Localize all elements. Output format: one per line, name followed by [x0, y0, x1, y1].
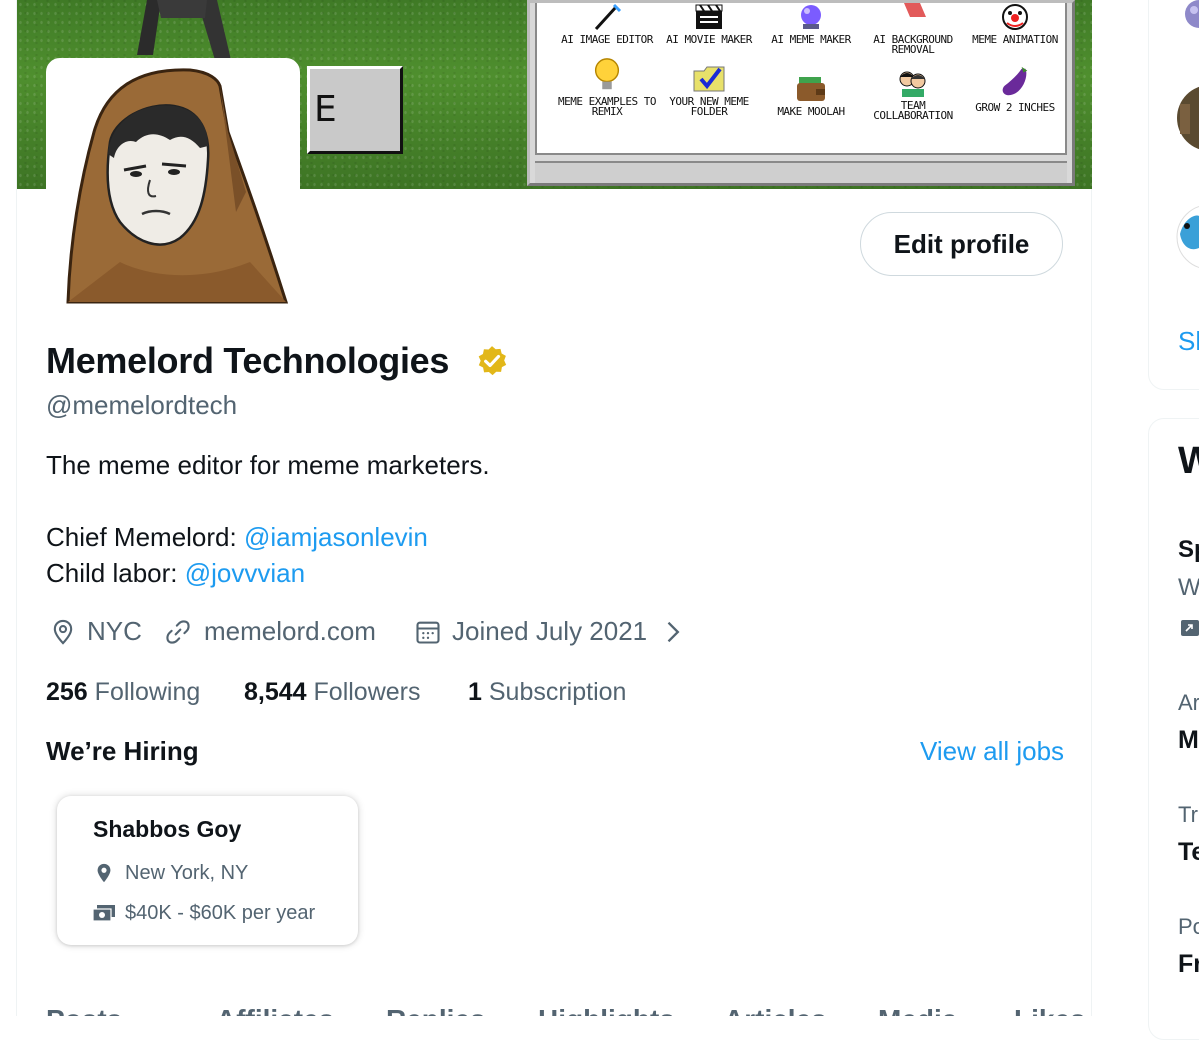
- trend-2-category: Ar: [1178, 690, 1199, 715]
- magic-wand-icon: [594, 3, 622, 31]
- clown-icon: [1002, 4, 1028, 30]
- trend-3-category: Tr: [1178, 802, 1198, 827]
- link-icon: [166, 620, 190, 644]
- tab-affiliates[interactable]: Affiliates: [216, 1000, 334, 1016]
- trend-1-sub: W: [1178, 574, 1199, 601]
- hooded-wojak-avatar-image: [50, 62, 296, 308]
- tab-posts[interactable]: Posts: [46, 1000, 122, 1016]
- app-meme-examples: MEME EXAMPLES TO REMIX: [557, 57, 657, 117]
- app-make-moolah: MAKE MOOLAH: [761, 75, 861, 117]
- followers-count-link[interactable]: 8,544 Followers: [244, 678, 421, 707]
- app-ai-movie-maker: AI MOVIE MAKER: [659, 3, 759, 45]
- bio-chief-label: Chief Memelord:: [46, 522, 244, 552]
- banner-retro-button: E: [307, 66, 403, 154]
- job-location: New York, NY: [125, 862, 249, 884]
- app-meme-folder: YOUR NEW MEME FOLDER: [659, 65, 759, 117]
- trend-1-label[interactable]: Sp: [1178, 536, 1199, 564]
- profile-tabs: Posts Affiliates Replies Highlights Arti…: [46, 1000, 1086, 1016]
- verified-gold-badge-icon[interactable]: [475, 344, 509, 378]
- suggested-avatar-1[interactable]: [1182, 0, 1199, 34]
- tab-highlights[interactable]: Highlights: [538, 1000, 675, 1016]
- hiring-heading: We’re Hiring: [46, 736, 199, 766]
- app-meme-animation: MEME ANIMATION: [965, 3, 1065, 45]
- profile-location: NYC: [87, 616, 142, 646]
- tab-media[interactable]: Media: [878, 1000, 957, 1016]
- app-ai-meme-maker: AI MEME MAKER: [761, 3, 861, 45]
- eggplant-icon: [1002, 66, 1028, 96]
- app-ai-background-removal: AI BACKGROUND REMOVAL: [863, 3, 963, 55]
- app-ai-image-editor: AI IMAGE EDITOR: [557, 3, 657, 45]
- suggested-avatar-3[interactable]: [1176, 204, 1199, 270]
- trend-4-category: Po: [1178, 914, 1199, 939]
- crystal-ball-icon: [801, 5, 821, 29]
- bio-line: The meme editor for meme marketers.: [46, 450, 490, 480]
- lightbulb-icon: [594, 58, 620, 90]
- show-more-link[interactable]: Sh: [1178, 326, 1199, 357]
- bio-child-line: Child labor: @jovvvian: [46, 558, 305, 589]
- subscription-count-link[interactable]: 1 Subscription: [468, 678, 626, 707]
- bio-chief-line: Chief Memelord: @iamjasonlevin: [46, 522, 428, 553]
- whats-happening-heading: W: [1178, 440, 1199, 482]
- app-team-collaboration: TEAM COLLABORATION: [863, 69, 963, 121]
- edit-profile-button[interactable]: Edit profile: [860, 212, 1063, 276]
- trend-4-title[interactable]: Fr: [1178, 950, 1199, 979]
- location-pin-filled-icon: [97, 863, 111, 883]
- chief-memelord-link[interactable]: @iamjasonlevin: [244, 522, 428, 552]
- wallet-icon: [797, 77, 825, 101]
- chevron-right-icon[interactable]: [658, 618, 686, 646]
- profile-avatar[interactable]: [46, 58, 300, 312]
- tab-likes[interactable]: Likes: [1014, 1000, 1086, 1016]
- child-labor-link[interactable]: @jovvvian: [185, 558, 305, 588]
- tab-replies[interactable]: Replies: [386, 1000, 486, 1016]
- suggested-avatar-2[interactable]: [1176, 84, 1199, 152]
- trend-3-title[interactable]: Te: [1178, 838, 1199, 867]
- profile-website-link[interactable]: memelord.com: [204, 616, 376, 647]
- money-icon: [92, 905, 115, 922]
- view-all-jobs-link[interactable]: View all jobs: [920, 736, 1064, 767]
- location-pin-icon: [53, 619, 73, 645]
- folder-check-icon: [693, 66, 725, 92]
- bio-child-label: Child labor:: [46, 558, 185, 588]
- clapperboard-icon: [695, 4, 723, 29]
- eraser-icon: [904, 3, 926, 17]
- trend-2-title[interactable]: M: [1178, 726, 1199, 755]
- profile-handle: @memelordtech: [46, 390, 238, 420]
- app-grow-2-inches: GROW 2 INCHES: [965, 65, 1065, 113]
- job-salary: $40K - $60K per year: [125, 902, 316, 924]
- banner-retro-window: AI IMAGE EDITOR AI MOVIE MAKER AI MEME M…: [527, 0, 1075, 186]
- people-icon: [899, 71, 926, 97]
- external-link-icon: [1181, 620, 1199, 636]
- profile-joined-date[interactable]: Joined July 2021: [452, 616, 647, 647]
- following-count-link[interactable]: 256 Following: [46, 678, 200, 707]
- job-title: Shabbos Goy: [93, 816, 242, 842]
- tab-articles[interactable]: Articles: [724, 1000, 827, 1016]
- profile-name: Memelord Technologies: [46, 340, 450, 381]
- calendar-icon: [416, 621, 440, 644]
